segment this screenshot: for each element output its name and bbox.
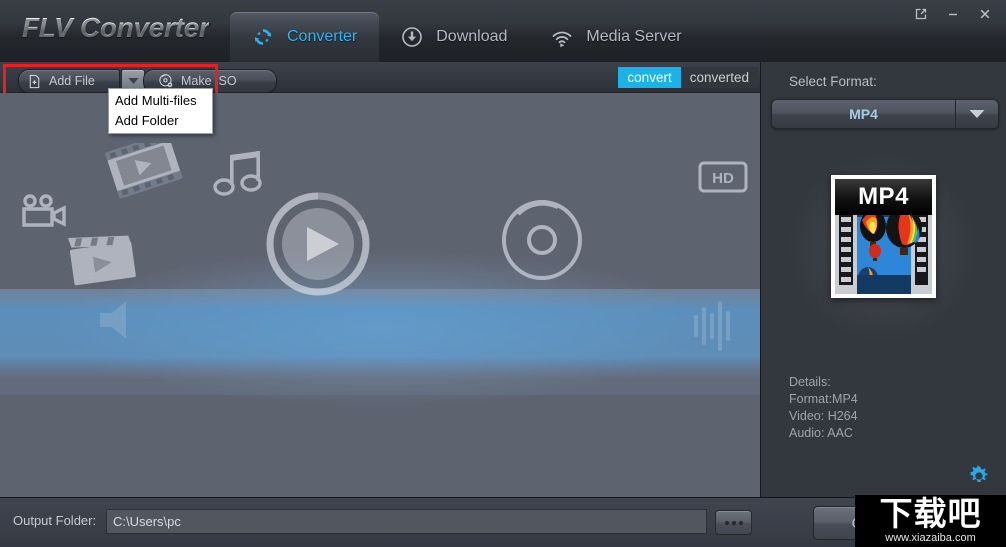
browse-dot-1 [724,520,729,525]
format-details: Details: Format:MP4 Video: H264 Audio: A… [789,374,858,442]
add-document-icon [27,74,42,89]
main-tabs: Converter Download Media Server [230,12,704,62]
details-video: Video: H264 [789,409,858,423]
details-heading: Details: [789,375,831,389]
add-file-button[interactable]: Add File [18,69,120,93]
menu-item-add-folder[interactable]: Add Folder [109,111,212,131]
restore-icon[interactable] [906,2,936,26]
add-file-dropdown-menu: Add Multi-files Add Folder [108,88,213,134]
file-list-area[interactable]: HD [0,93,760,497]
svg-text:HD: HD [712,170,734,187]
format-panel: Select Format: MP4 MP4 Details: Format:M… [761,62,1006,497]
window-controls [906,0,1000,28]
broadcast-wifi-icon [549,24,575,50]
tab-media-server-label: Media Server [586,28,682,45]
empty-state-illustration: HD [0,143,760,406]
format-thumbnail-band: MP4 [835,179,932,215]
format-dropdown-value: MP4 [772,100,956,128]
app-title: FLV Converter [22,12,210,43]
tab-media-server[interactable]: Media Server [529,12,703,62]
menu-item-add-multi-files[interactable]: Add Multi-files [109,91,212,111]
site-watermark: 下载吧 www.xiazaiba.com [855,495,1006,547]
site-watermark-url: www.xiazaiba.com [885,532,976,544]
details-audio: Audio: AAC [789,426,853,440]
add-file-label: Add File [49,74,95,88]
download-circle-icon [399,24,425,50]
title-bar: FLV Converter Converter Download Media S… [0,0,1006,63]
format-thumbnail-label: MP4 [858,183,909,210]
browse-dot-3 [738,520,743,525]
refresh-sync-icon [250,24,276,50]
browse-folder-button[interactable] [715,510,752,535]
browse-dot-2 [731,520,736,525]
output-folder-input[interactable] [106,509,707,534]
tab-converter[interactable]: Converter [230,12,380,62]
details-format: Format:MP4 [789,392,858,406]
make-iso-label: Make ISO [181,74,237,88]
tab-download-label: Download [436,28,508,45]
disc-icon [158,73,174,89]
format-dropdown-arrow-icon[interactable] [956,100,998,128]
close-icon[interactable] [970,2,1000,26]
minimize-icon[interactable] [938,2,968,26]
tab-converter-label: Converter [287,28,358,45]
select-format-label: Select Format: [789,74,877,89]
convert-state-tabs: convert converted [618,67,758,88]
gear-icon[interactable] [966,463,992,489]
site-watermark-text: 下载吧 [879,495,982,533]
tab-download[interactable]: Download [379,12,529,62]
format-thumbnail: MP4 [831,175,936,298]
output-folder-label: Output Folder: [13,513,97,528]
tab-converted[interactable]: converted [680,67,758,88]
tab-convert[interactable]: convert [618,67,681,88]
app-window: FLV Converter Converter Download Media S… [0,0,1006,547]
format-dropdown[interactable]: MP4 [771,99,999,129]
